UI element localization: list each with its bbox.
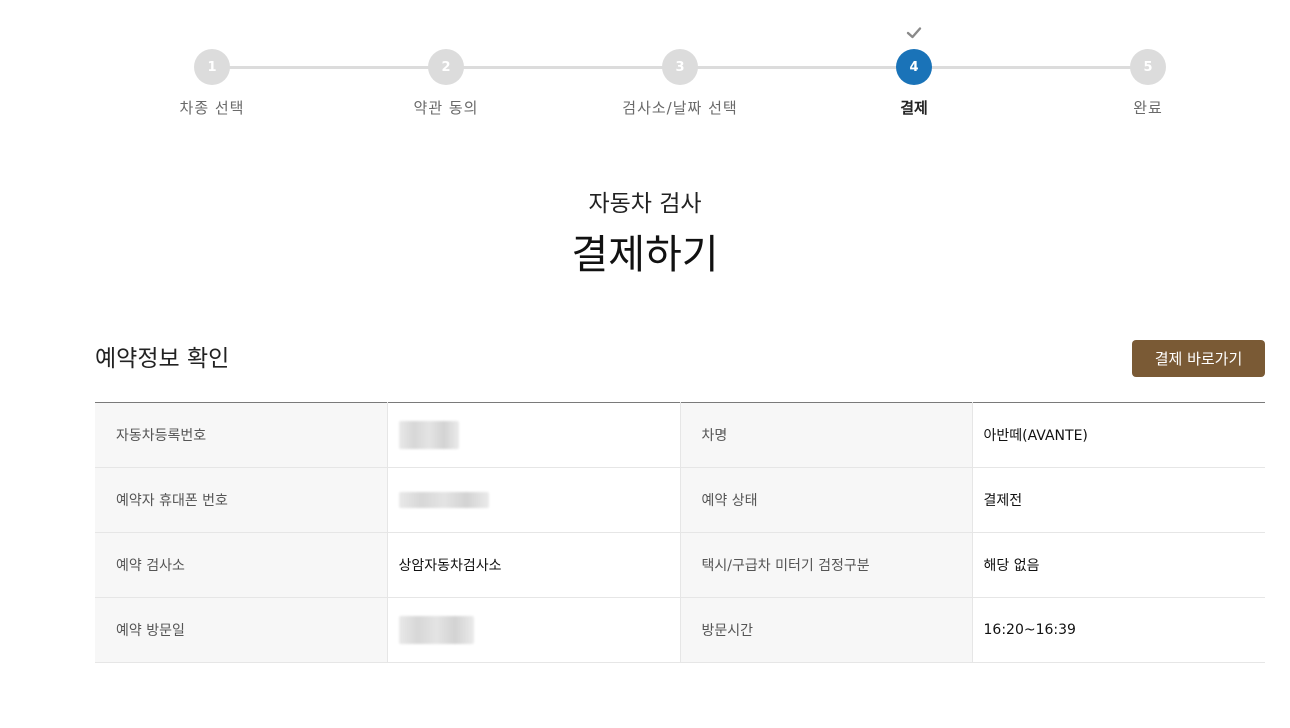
value-phone-number bbox=[387, 467, 681, 533]
step-label: 차종 선택 bbox=[179, 99, 245, 117]
step-label: 결제 bbox=[900, 99, 928, 117]
step-3: 3 검사소/날짜 선택 bbox=[580, 49, 780, 118]
table-row: 예약 방문일 방문시간 16:20~16:39 bbox=[95, 597, 1265, 663]
value-meter-inspection-type: 해당 없음 bbox=[972, 532, 1265, 598]
redacted-value bbox=[398, 492, 489, 508]
step-5: 5 완료 bbox=[1048, 49, 1248, 118]
value-car-name: 아반떼(AVANTE) bbox=[972, 402, 1265, 468]
go-to-payment-button[interactable]: 결제 바로가기 bbox=[1132, 340, 1265, 377]
value-inspection-center: 상암자동차검사소 bbox=[387, 532, 681, 598]
step-number: 3 bbox=[662, 49, 698, 85]
label-reservation-status: 예약 상태 bbox=[680, 467, 973, 533]
step-1: 1 차종 선택 bbox=[112, 49, 312, 118]
reservation-info-table: 자동차등록번호 차명 아반떼(AVANTE) 예약자 휴대폰 번호 예약 상태 … bbox=[95, 402, 1265, 663]
step-label: 검사소/날짜 선택 bbox=[622, 99, 738, 117]
label-phone-number: 예약자 휴대폰 번호 bbox=[95, 467, 388, 533]
step-number: 2 bbox=[428, 49, 464, 85]
value-visit-date bbox=[387, 597, 681, 663]
redacted-value bbox=[398, 616, 474, 644]
progress-stepper: 1 차종 선택 2 약관 동의 3 검사소/날짜 선택 4 결제 5 완료 bbox=[0, 0, 1290, 130]
redacted-value bbox=[398, 421, 459, 449]
step-label: 완료 bbox=[1133, 99, 1163, 117]
step-number: 5 bbox=[1130, 49, 1166, 85]
label-meter-inspection-type: 택시/구급차 미터기 검정구분 bbox=[680, 532, 973, 598]
section-title: 예약정보 확인 bbox=[95, 346, 230, 372]
step-4-current: 4 결제 bbox=[814, 49, 1014, 118]
step-number: 4 bbox=[896, 49, 932, 85]
label-registration-number: 자동차등록번호 bbox=[95, 402, 388, 468]
step-label: 약관 동의 bbox=[413, 99, 479, 117]
table-row: 예약자 휴대폰 번호 예약 상태 결제전 bbox=[95, 467, 1265, 533]
page-title: 결제하기 bbox=[571, 232, 719, 278]
label-visit-time: 방문시간 bbox=[680, 597, 973, 663]
table-row: 예약 검사소 상암자동차검사소 택시/구급차 미터기 검정구분 해당 없음 bbox=[95, 532, 1265, 598]
value-registration-number bbox=[387, 402, 681, 468]
label-inspection-center: 예약 검사소 bbox=[95, 532, 388, 598]
page-subtitle: 자동차 검사 bbox=[588, 191, 702, 217]
label-car-name: 차명 bbox=[680, 402, 973, 468]
table-row: 자동차등록번호 차명 아반떼(AVANTE) bbox=[95, 402, 1265, 468]
checkmark-icon bbox=[906, 27, 922, 39]
value-reservation-status: 결제전 bbox=[972, 467, 1265, 533]
step-number: 1 bbox=[194, 49, 230, 85]
step-2: 2 약관 동의 bbox=[346, 49, 546, 118]
value-visit-time: 16:20~16:39 bbox=[972, 597, 1265, 663]
label-visit-date: 예약 방문일 bbox=[95, 597, 388, 663]
